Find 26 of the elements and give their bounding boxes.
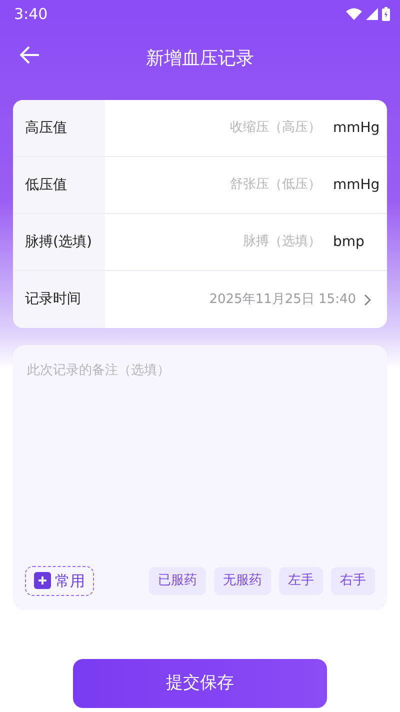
field-label: 脉搏(选填) <box>13 214 105 270</box>
datetime-picker[interactable]: 2025年11月25日 15:40 <box>209 290 356 310</box>
status-time: 3:40 <box>14 4 48 25</box>
page-title: 新增血压记录 <box>146 46 254 70</box>
input-field[interactable]: 舒张压（低压） <box>105 174 323 196</box>
submit-button[interactable]: 提交保存 <box>73 659 327 708</box>
plus-icon <box>34 572 51 590</box>
quick-tag[interactable]: 左手 <box>279 567 323 594</box>
unit-label: mmHg <box>332 176 381 194</box>
quick-tag[interactable]: 无服药 <box>214 567 271 594</box>
field-label: 低压值 <box>13 157 105 213</box>
common-phrases-button[interactable]: 常用 <box>25 566 94 596</box>
battery-icon <box>382 7 390 21</box>
back-icon[interactable] <box>20 46 40 64</box>
unit-label: mmHg <box>332 118 381 138</box>
signal-icon <box>366 8 378 20</box>
wifi-icon <box>346 8 362 20</box>
note-field[interactable]: 此次记录的备注（选填） 常用 已服药 无服药 左手 右手 <box>13 345 387 610</box>
input-field[interactable]: 脉搏（选填） <box>105 231 323 253</box>
field-label: 高压值 <box>13 100 105 156</box>
quick-tag[interactable]: 已服药 <box>149 567 206 594</box>
field-label: 记录时间 <box>13 271 105 328</box>
chevron-right-icon <box>364 294 371 306</box>
quick-tag[interactable]: 右手 <box>331 567 375 594</box>
input-field[interactable]: 收缩压（高压） <box>105 117 323 139</box>
unit-label: bmp <box>332 232 366 252</box>
